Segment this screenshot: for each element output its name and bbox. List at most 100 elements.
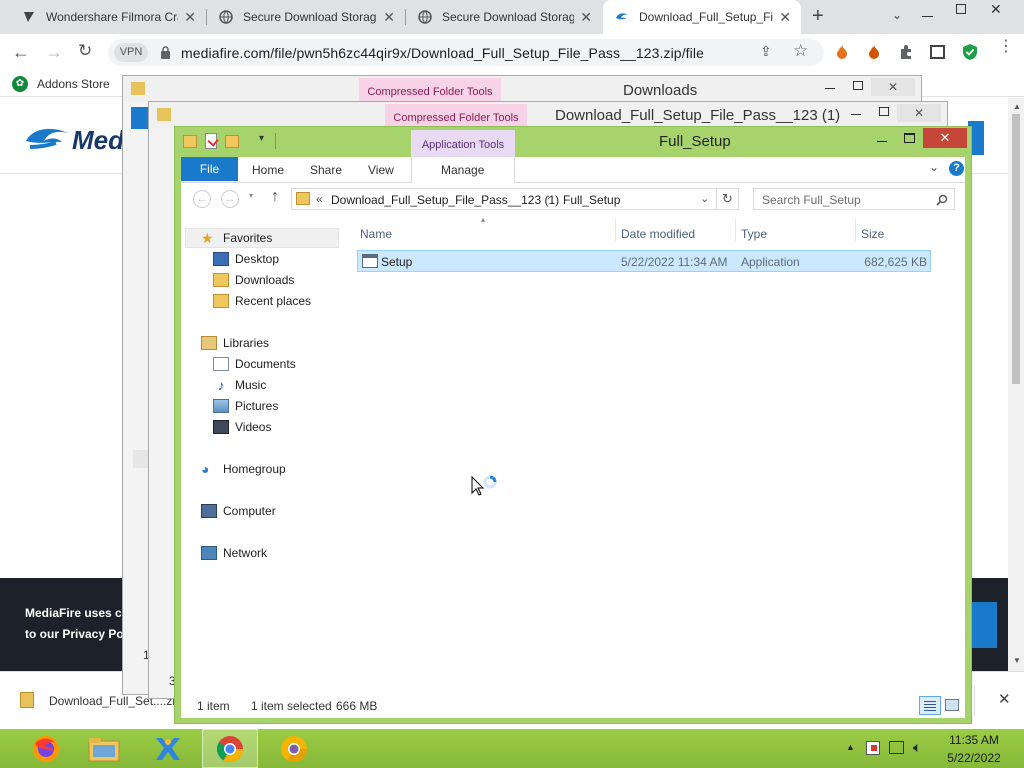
taskbar-firefox[interactable]: [18, 729, 74, 768]
tab-secure-download-1[interactable]: Secure Download Storag ✕: [207, 0, 405, 34]
extensions-puzzle-icon[interactable]: [898, 44, 914, 60]
nav-pictures[interactable]: Pictures: [213, 396, 278, 416]
nav-videos[interactable]: Videos: [213, 417, 271, 437]
lock-icon[interactable]: [160, 46, 171, 59]
close-tab-icon[interactable]: ✕: [383, 9, 395, 26]
breadcrumb-overflow[interactable]: «: [316, 192, 323, 206]
address-dropdown-icon[interactable]: ⌄: [700, 192, 709, 205]
nav-favorites[interactable]: ★ Favorites: [201, 228, 272, 248]
back-arrow-icon[interactable]: ←: [12, 42, 30, 63]
taskbar-chrome-profile[interactable]: [266, 729, 322, 768]
table-row[interactable]: Setup 5/22/2022 11:34 AM Application 682…: [357, 250, 931, 272]
extension-fire-icon[interactable]: [834, 44, 850, 60]
recent-locations-chevron-icon[interactable]: ▾: [249, 191, 253, 200]
nav-desktop[interactable]: Desktop: [213, 249, 279, 269]
close-tab-icon[interactable]: ✕: [580, 9, 592, 26]
quick-access-dropdown-icon[interactable]: ▾: [259, 133, 264, 144]
tab-view[interactable]: View: [368, 163, 394, 177]
scroll-thumb[interactable]: [1012, 114, 1020, 384]
close-button[interactable]: ✕: [897, 104, 941, 122]
tab-application-tools[interactable]: Application Tools: [411, 130, 515, 157]
explorer-window-full-setup[interactable]: ▾ Application Tools Full_Setup ✕ File Ho…: [174, 126, 972, 724]
forward-arrow-icon[interactable]: →: [45, 42, 63, 63]
breadcrumb-current[interactable]: Full_Setup: [563, 193, 620, 207]
search-box[interactable]: Search Full_Setup: [753, 188, 955, 210]
column-header-type[interactable]: Type: [741, 227, 767, 241]
minimize-button[interactable]: [851, 114, 861, 115]
large-icons-view-icon[interactable]: [945, 699, 959, 711]
details-view-icon[interactable]: [919, 696, 941, 715]
title-bar: ▾ Application Tools Full_Setup ✕: [175, 127, 971, 157]
taskbar-file-explorer[interactable]: [76, 729, 132, 768]
close-button[interactable]: ✕: [923, 128, 967, 148]
shield-icon[interactable]: [962, 43, 978, 61]
clock-date[interactable]: 5/22/2022: [946, 751, 1002, 765]
tab-share[interactable]: Share: [310, 163, 342, 177]
up-arrow-icon[interactable]: ↑: [271, 188, 279, 206]
omnibox[interactable]: VPN mediafire.com/file/pwn5h6zc44qir9x/D…: [108, 39, 824, 66]
action-center-flag-icon[interactable]: [866, 741, 880, 755]
nav-recent-places[interactable]: Recent places: [213, 291, 311, 311]
maximize-button[interactable]: [853, 81, 863, 90]
column-header-name[interactable]: Name: [360, 227, 392, 241]
back-button[interactable]: ←: [193, 190, 211, 208]
vpn-badge[interactable]: VPN: [114, 43, 148, 62]
breadcrumb-separator-icon[interactable]: ›: [547, 192, 550, 203]
menu-kebab-icon[interactable]: ⋮: [998, 39, 1014, 55]
tab-file[interactable]: File: [181, 157, 238, 181]
tab-download-full-setup[interactable]: Download_Full_Setup_Fi ✕: [603, 0, 801, 34]
clock-time[interactable]: 11:35 AM: [948, 733, 1000, 747]
nav-homegroup[interactable]: ◕ Homegroup: [201, 459, 286, 479]
search-icon[interactable]: [936, 194, 948, 206]
breadcrumb-parent[interactable]: Download_Full_Setup_File_Pass__123 (1): [331, 193, 559, 207]
expand-ribbon-chevron-icon[interactable]: ⌄: [929, 160, 939, 174]
scroll-up-icon[interactable]: ▲: [1013, 102, 1021, 111]
bookmark-star-icon[interactable]: ☆: [793, 41, 808, 61]
minimize-browser-button[interactable]: [922, 16, 933, 17]
page-scrollbar[interactable]: ▲ ▼: [1008, 98, 1024, 672]
nav-libraries[interactable]: Libraries: [201, 333, 269, 353]
nav-documents[interactable]: Documents: [213, 354, 296, 374]
maximize-button[interactable]: [879, 107, 889, 116]
share-icon[interactable]: ⇪: [760, 43, 772, 60]
nav-network[interactable]: Network: [201, 543, 267, 563]
scroll-down-icon[interactable]: ▼: [1013, 656, 1021, 665]
new-folder-icon[interactable]: [225, 135, 239, 148]
side-panel-icon[interactable]: [930, 45, 945, 59]
tab-secure-download-2[interactable]: Secure Download Storag ✕: [406, 0, 602, 34]
extension-fire-icon[interactable]: [866, 44, 882, 60]
tab-filmora[interactable]: Wondershare Filmora Cra ✕: [10, 0, 206, 34]
refresh-icon[interactable]: ↻: [717, 188, 739, 210]
maximize-button[interactable]: [904, 133, 915, 143]
new-tab-button[interactable]: +: [812, 5, 832, 27]
minimize-button[interactable]: [825, 88, 835, 89]
close-tab-icon[interactable]: ✕: [184, 9, 196, 26]
bookmark-addons-store[interactable]: ✿ Addons Store: [12, 76, 110, 92]
nav-downloads[interactable]: Downloads: [213, 270, 294, 290]
tab-search-chevron-icon[interactable]: ⌄: [892, 8, 902, 22]
column-header-size[interactable]: Size: [861, 227, 884, 241]
nav-music[interactable]: ♪ Music: [213, 375, 267, 395]
cookie-accept-button[interactable]: [968, 602, 997, 648]
tab-compressed-folder-tools[interactable]: Compressed Folder Tools: [359, 78, 501, 102]
forward-button[interactable]: →: [221, 190, 239, 208]
show-hidden-icons-icon[interactable]: ▲: [846, 742, 855, 752]
help-icon[interactable]: ?: [949, 161, 964, 176]
network-status-icon[interactable]: [889, 741, 904, 754]
close-button[interactable]: ✕: [871, 78, 915, 96]
minimize-button[interactable]: [877, 141, 887, 142]
taskbar-chrome[interactable]: [202, 729, 258, 768]
close-tab-icon[interactable]: ✕: [779, 9, 791, 26]
nav-computer[interactable]: Computer: [201, 501, 276, 521]
restore-browser-button[interactable]: [956, 4, 966, 14]
close-shelf-icon[interactable]: ✕: [998, 690, 1011, 708]
tab-home[interactable]: Home: [252, 163, 284, 177]
reload-icon[interactable]: ↻: [78, 41, 92, 61]
taskbar-app[interactable]: [140, 729, 196, 768]
tab-manage[interactable]: Manage: [441, 163, 484, 177]
volume-icon[interactable]: 🔈︎: [913, 739, 921, 756]
address-breadcrumb[interactable]: « Download_Full_Setup_File_Pass__123 (1)…: [291, 188, 717, 210]
column-header-date-modified[interactable]: Date modified: [621, 227, 695, 241]
tab-compressed-folder-tools[interactable]: Compressed Folder Tools: [385, 104, 527, 128]
close-browser-button[interactable]: ✕: [990, 1, 1002, 18]
